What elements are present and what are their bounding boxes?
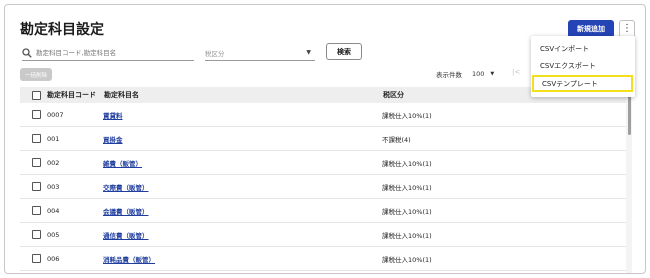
account-name-link[interactable]: 賃貸料 — [103, 112, 123, 120]
search-field[interactable] — [22, 45, 194, 61]
account-code: 006 — [47, 254, 60, 263]
table-row: 002 雑費（販管） 課税仕入10%(1) — [20, 151, 627, 175]
menu-item-csv-import[interactable]: CSVインポート — [531, 40, 635, 57]
options-dropdown-menu: CSVインポート CSVエクスポート CSVテンプレート — [531, 36, 635, 97]
accounts-table: 勘定科目コード 勘定科目名 税区分 0007 賃貸料 課税仕入10%(1) 00… — [20, 87, 627, 271]
caret-down-icon: ▼ — [306, 49, 311, 56]
tax-category: 課税仕入10%(1) — [382, 111, 432, 120]
table-row: 005 通信費（販管） 課税仕入10%(1) — [20, 223, 627, 247]
caret-down-icon: ▼ — [490, 71, 495, 77]
per-page-control[interactable]: 表示件数 100 ▼ — [436, 69, 494, 79]
tax-category: 課税仕入10%(1) — [382, 183, 432, 192]
page-title: 勘定科目設定 — [20, 22, 104, 38]
column-header-name: 勘定科目名 — [104, 91, 139, 99]
tax-category: 課税仕入10%(1) — [382, 159, 432, 168]
account-name-link[interactable]: 消耗品費（販管） — [103, 256, 155, 264]
account-name-link[interactable]: 会議費（販管） — [103, 208, 149, 216]
search-button[interactable]: 検索 — [326, 43, 362, 60]
account-code: 003 — [47, 182, 60, 191]
tax-category-placeholder: 税区分 — [205, 49, 225, 58]
account-name-link[interactable]: 交際費（販管） — [103, 184, 149, 192]
per-page-label: 表示件数 — [436, 71, 462, 79]
row-checkbox[interactable] — [32, 182, 41, 191]
tax-category: 課税仕入10%(1) — [382, 255, 432, 264]
row-checkbox[interactable] — [32, 110, 41, 119]
table-row: 006 消耗品費（販管） 課税仕入10%(1) — [20, 247, 627, 271]
tax-category-select[interactable]: 税区分 ▼ — [205, 45, 315, 61]
row-checkbox[interactable] — [32, 134, 41, 143]
account-name-link[interactable]: 雑費（販管） — [103, 160, 142, 168]
account-code: 001 — [47, 134, 60, 143]
table-row: 001 買掛金 不課税(4) — [20, 127, 627, 151]
scrollbar-thumb[interactable] — [628, 95, 631, 135]
account-name-link[interactable]: 買掛金 — [103, 136, 123, 144]
tax-category: 課税仕入10%(1) — [382, 207, 432, 216]
menu-item-csv-template[interactable]: CSVテンプレート — [532, 75, 633, 92]
tax-category: 不課税(4) — [382, 135, 411, 144]
row-checkbox[interactable] — [32, 206, 41, 215]
search-icon — [22, 47, 32, 58]
menu-item-csv-export[interactable]: CSVエクスポート — [531, 57, 635, 74]
tax-category: 課税仕入10%(1) — [382, 231, 432, 240]
table-row: 003 交際費（販管） 課税仕入10%(1) — [20, 175, 627, 199]
first-page-button[interactable]: |< — [512, 68, 520, 76]
account-code: 005 — [47, 230, 60, 239]
row-checkbox[interactable] — [32, 230, 41, 239]
page-container: 勘定科目設定 新規追加 ⋮ 税区分 ▼ 検索 一括削除 表示件数 100 ▼ |… — [4, 4, 646, 274]
search-input[interactable] — [36, 48, 186, 57]
select-all-checkbox[interactable] — [32, 90, 41, 100]
row-checkbox[interactable] — [32, 158, 41, 167]
account-code: 004 — [47, 206, 60, 215]
per-page-value[interactable]: 100 — [472, 70, 484, 78]
table-row: 0007 賃貸料 課税仕入10%(1) — [20, 103, 627, 127]
account-name-link[interactable]: 通信費（販管） — [103, 232, 149, 240]
bulk-delete-button[interactable]: 一括削除 — [20, 68, 52, 81]
account-code: 0007 — [47, 110, 64, 119]
row-checkbox[interactable] — [32, 254, 41, 263]
column-header-code: 勘定科目コード — [47, 91, 96, 99]
table-row: 004 会議費（販管） 課税仕入10%(1) — [20, 199, 627, 223]
account-code: 002 — [47, 158, 60, 167]
